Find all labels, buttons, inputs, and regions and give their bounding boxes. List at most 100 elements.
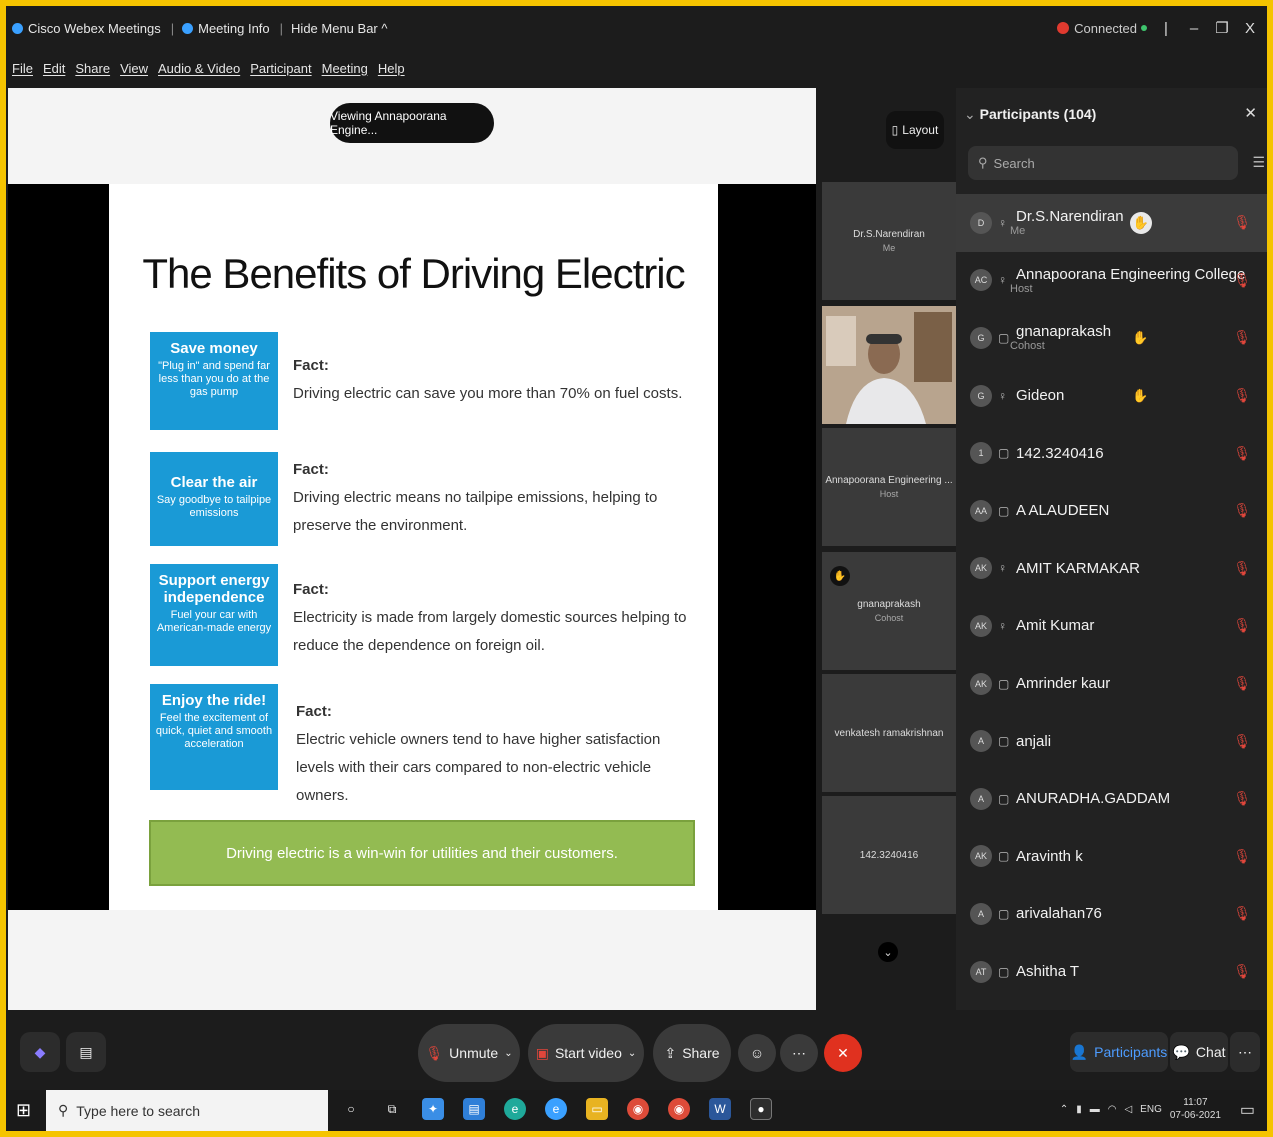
device-icon: ▢ [998,330,1010,345]
participants-header[interactable]: ⌄ Participants (104) [964,106,1096,123]
menu-share[interactable]: Share [75,61,110,76]
captions-button[interactable]: ▤ [66,1032,106,1072]
mic-muted-icon[interactable]: 🎙 [1233,905,1251,922]
participant-row[interactable]: AT ▢ Ashitha T 🎙 [956,943,1267,1001]
language-indicator[interactable]: ENG [1140,1104,1162,1115]
volume-icon[interactable]: ◁ [1124,1104,1132,1115]
video-tile[interactable]: 142.3240416 [822,796,956,914]
store-icon[interactable]: ▤ [463,1098,485,1120]
battery-icon[interactable]: ▬ [1090,1104,1100,1115]
browser-icon[interactable]: e [545,1098,567,1120]
participant-row[interactable]: A ▢ ANURADHA.GADDAM 🎙 [956,770,1267,828]
mic-muted-icon[interactable]: 🎙 [1233,963,1251,980]
search-input[interactable]: ⚲ Search [968,146,1238,180]
cortana-icon[interactable]: ○ [340,1098,362,1120]
webex-taskbar-icon[interactable]: ● [750,1098,772,1120]
notification-icon[interactable]: ▭ [1240,1100,1255,1120]
word-icon[interactable]: W [709,1098,731,1120]
chat-button[interactable]: 💬 Chat [1170,1032,1228,1072]
menu-help[interactable]: Help [378,61,405,76]
participant-row[interactable]: A ▢ anjali 🎙 [956,712,1267,770]
mic-muted-icon[interactable]: 🎙 [1233,387,1251,404]
participant-row[interactable]: A ▢ arivalahan76 🎙 [956,885,1267,943]
video-tile[interactable]: Annapoorana Engineering ... Host [822,428,956,546]
benefit-text: "Plug in" and spend far less than you do… [158,360,270,398]
mic-muted-icon[interactable]: 🎙 [1233,790,1251,807]
file-explorer-icon[interactable]: ▭ [586,1098,608,1120]
taskbar-search-input[interactable]: ⚲ Type here to search [46,1090,328,1131]
leave-meeting-button[interactable]: ✕ [824,1034,862,1072]
participant-row[interactable]: D ♀ Dr.S.Narendiran Me ✋ 🎙 [956,194,1267,252]
meeting-info-button[interactable]: Meeting Info [182,21,270,36]
chevron-down-icon: ⌄ [964,106,976,122]
fact-block: Fact: Electric vehicle owners tend to ha… [296,698,696,810]
chevron-up-icon[interactable]: ⌃ [1060,1104,1068,1115]
mic-muted-icon[interactable]: 🎙 [1233,560,1251,577]
menu-view[interactable]: View [120,61,148,76]
connection-status[interactable]: Connected [1057,21,1147,36]
close-button[interactable]: X [1241,20,1259,37]
connected-dot-icon [1141,25,1147,31]
participant-row[interactable]: AK ▢ Amrinder kaur 🎙 [956,655,1267,713]
mic-muted-icon[interactable]: 🎙 [1233,445,1251,462]
windows-start-icon[interactable]: ⊞ [16,1100,31,1121]
participants-button[interactable]: 👤 Participants [1070,1032,1168,1072]
chrome-icon[interactable]: ◉ [668,1098,690,1120]
reactions-button[interactable]: ☺ [738,1034,776,1072]
share-button[interactable]: ⇪ Share [653,1024,731,1082]
minimize-button[interactable]: – [1185,20,1203,37]
webex-assistant-button[interactable]: ◆ [20,1032,60,1072]
hide-menu-bar-button[interactable]: Hide Menu Bar ^ [291,21,387,36]
participant-row[interactable]: G ▢ gnanaprakash Cohost ✋ 🎙 [956,309,1267,367]
mic-muted-icon[interactable]: 🎙 [1233,848,1251,865]
device-icon: ▢ [998,849,1010,864]
participant-row[interactable]: AK ▢ Aravinth k 🎙 [956,828,1267,886]
edge-icon[interactable]: e [504,1098,526,1120]
windows-taskbar: ⊞ ⚲ Type here to search ○ ⧉ ✦ ▤ e e ▭ ◉ … [6,1090,1267,1131]
start-video-button[interactable]: ▣ Start video ⌄ [528,1024,644,1082]
sort-icon[interactable]: ☰ [1252,154,1265,171]
mic-muted-icon[interactable]: 🎙 [1233,329,1251,346]
mic-muted-icon[interactable]: 🎙 [1233,214,1251,231]
layout-button[interactable]: ▯ Layout [886,111,944,149]
participant-row[interactable]: AK ♀ Amit Kumar 🎙 [956,597,1267,655]
participant-row[interactable]: G ♀ Gideon ✋ 🎙 [956,367,1267,425]
scroll-down-icon[interactable]: ⌄ [878,942,898,962]
mic-muted-icon[interactable]: 🎙 [1233,272,1251,289]
mic-muted-icon[interactable]: 🎙 [1233,617,1251,634]
chrome-icon[interactable]: ◉ [627,1098,649,1120]
video-tile[interactable]: ✋ gnanaprakash Cohost [822,552,956,670]
wifi-icon[interactable]: ◠ [1108,1104,1117,1115]
avatar: AK [970,557,992,580]
menu-edit[interactable]: Edit [43,61,65,76]
mic-muted-icon[interactable]: 🎙 [1233,502,1251,519]
participant-row[interactable]: AK ♀ AMIT KARMAKAR 🎙 [956,540,1267,598]
hand-icon: ✋ [1132,387,1149,403]
menu-file[interactable]: File [12,61,33,76]
more-panels-button[interactable]: ⋯ [1230,1032,1260,1072]
clock[interactable]: 11:07 07-06-2021 [1170,1096,1221,1122]
unmute-button[interactable]: 🎙 Unmute ⌄ [418,1024,520,1082]
menu-meeting[interactable]: Meeting [322,61,368,76]
tile-name: gnanaprakash [857,599,921,610]
task-view-icon[interactable]: ⧉ [381,1098,403,1120]
menu-participant[interactable]: Participant [250,61,311,76]
mic-muted-icon[interactable]: 🎙 [1233,675,1251,692]
video-tile[interactable]: Dr.S.Narendiran Me [822,182,956,300]
clock-date: 07-06-2021 [1169,1110,1221,1121]
video-tile-camera[interactable] [822,306,956,424]
mic-muted-icon[interactable]: 🎙 [1233,733,1251,750]
participant-name: Annapoorana Engineering College [1016,265,1246,283]
video-tile[interactable]: venkatesh ramakrishnan [822,674,956,792]
menu-audio-video[interactable]: Audio & Video [158,61,240,76]
more-options-button[interactable]: ⋯ [780,1034,818,1072]
assistant-icon: ◆ [34,1043,46,1060]
close-icon[interactable]: ✕ [1244,104,1257,122]
teams-icon[interactable]: ✦ [422,1098,444,1120]
participant-row[interactable]: 1 ▢ 142.3240416 🎙 [956,424,1267,482]
usb-icon[interactable]: ▮ [1076,1104,1082,1115]
restore-button[interactable]: ❐ [1213,19,1231,37]
participant-row[interactable]: AA ▢ A ALAUDEEN 🎙 [956,482,1267,540]
participant-row[interactable]: AC ♀ Annapoorana Engineering College Host… [956,252,1267,310]
viewing-indicator[interactable]: Viewing Annapoorana Engine... [330,103,494,143]
